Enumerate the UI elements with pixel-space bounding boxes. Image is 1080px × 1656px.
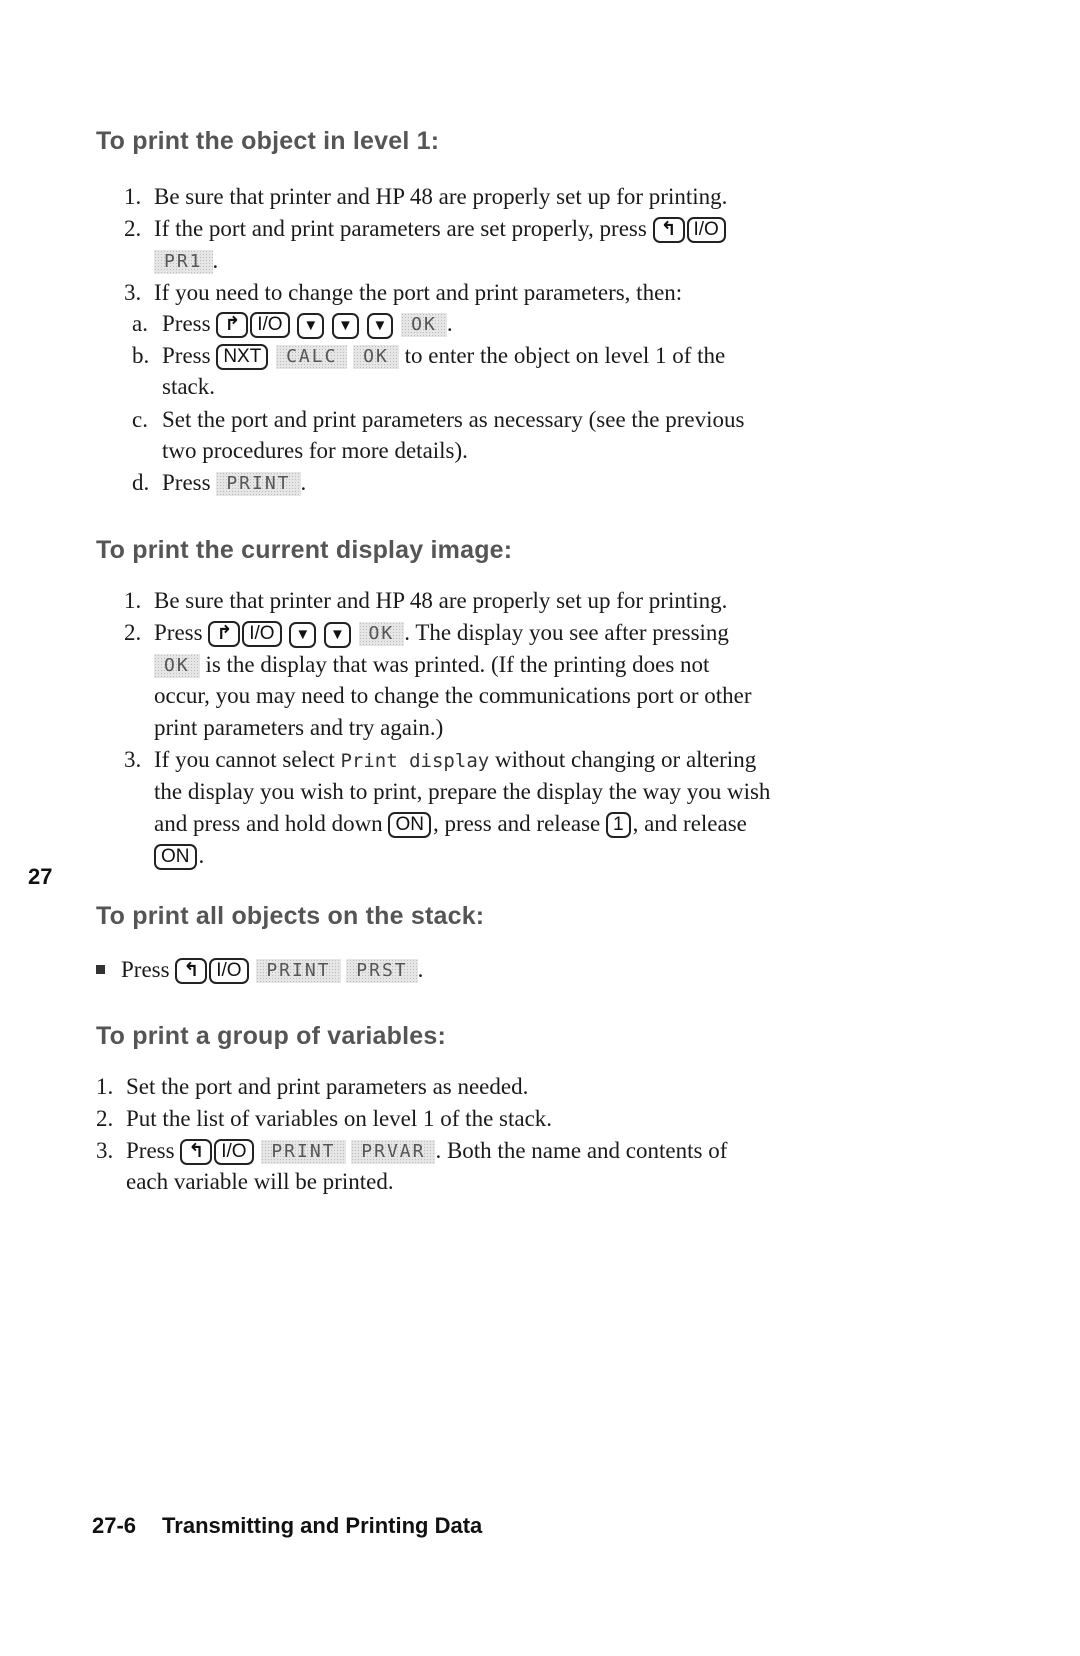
right-shift-key-icon: ↱	[216, 312, 249, 338]
io-key-icon: I/O	[250, 312, 290, 338]
section-heading-print-stack: To print all objects on the stack:	[96, 902, 485, 930]
down-arrow-key-icon: ▼	[297, 313, 325, 339]
step-2: 2. Put the list of variables on level 1 o…	[96, 1106, 553, 1131]
step-1: 1. Be sure that printer and HP 48 are pro…	[124, 184, 728, 209]
step-1: 1. Be sure that printer and HP 48 are pro…	[124, 588, 728, 613]
down-arrow-key-icon: ▼	[289, 622, 317, 648]
down-arrow-key-icon: ▼	[366, 313, 394, 339]
step-3a: a. Press ↱ I/O ▼ ▼ ▼ OK.	[132, 308, 453, 339]
page-number: 27-6	[92, 1513, 137, 1538]
step-3c: c. Set the port and print parameters as n…	[132, 407, 745, 432]
manual-page: To print the object in level 1: 1. Be sur…	[0, 0, 1080, 1656]
softkey-print: PRINT	[256, 959, 341, 983]
step-3-continuation: each variable will be printed.	[126, 1169, 394, 1194]
on-key-icon: ON	[388, 812, 431, 838]
chapter-tab-marker: 27	[28, 864, 53, 889]
softkey-ok: OK	[154, 654, 200, 678]
section-heading-print-variables: To print a group of variables:	[96, 1022, 447, 1050]
softkey-pr1: PR1	[154, 250, 213, 274]
down-arrow-key-icon: ▼	[323, 622, 351, 648]
step-3: 3. Press ↰ I/O PRINT PRVAR. Both the name …	[96, 1138, 728, 1165]
step-3: 3. If you need to change the port and pri…	[124, 280, 683, 305]
softkey-ok: OK	[353, 345, 399, 369]
step-3: 3. If you cannot select Print display wit…	[124, 747, 757, 772]
softkey-prvar: PRVAR	[351, 1140, 436, 1164]
io-key-icon: I/O	[242, 621, 282, 647]
softkey-print: PRINT	[261, 1140, 346, 1164]
step-3-line3: and press and hold down ON, press and re…	[154, 811, 747, 838]
softkey-calc: CALC	[276, 345, 348, 369]
down-arrow-key-icon: ▼	[331, 313, 359, 339]
io-key-icon: I/O	[209, 958, 249, 984]
left-shift-key-icon: ↰	[652, 217, 685, 243]
step-3b-continuation: stack.	[162, 374, 216, 399]
io-key-icon: I/O	[686, 217, 726, 243]
one-key-icon: 1	[606, 812, 631, 838]
bullet-icon	[96, 965, 105, 974]
step-3-line2: the display you wish to print, prepare t…	[154, 779, 771, 804]
section-heading-print-level1: To print the object in level 1:	[96, 127, 440, 155]
softkey-print: PRINT	[216, 472, 301, 496]
left-shift-key-icon: ↰	[180, 1139, 213, 1165]
step-3d: d. Press PRINT.	[132, 470, 307, 496]
left-shift-key-icon: ↰	[175, 958, 208, 984]
step-2-line3: occur, you may need to change the commun…	[154, 683, 752, 708]
nxt-key-icon: NXT	[216, 344, 269, 370]
step-2: 2. If the port and print parameters are s…	[124, 213, 728, 244]
on-key-icon: ON	[154, 844, 197, 870]
softkey-ok: OK	[401, 313, 447, 337]
chapter-title: Transmitting and Printing Data	[162, 1513, 483, 1538]
step-3-line4: ON.	[154, 840, 204, 871]
softkey-ok: OK	[358, 622, 405, 646]
step-2-line2: OK is the display that was printed. (If …	[154, 649, 709, 680]
io-key-icon: I/O	[214, 1139, 254, 1165]
step-3b: b. Press NXT CALC OK to enter the object …	[132, 343, 726, 370]
step-3c-continuation: two procedures for more details).	[162, 438, 468, 463]
step-2-line4: print parameters and try again.)	[154, 715, 444, 740]
bullet-step: Press ↰ I/O PRINT PRST.	[96, 954, 423, 985]
step-1: 1. Set the port and print parameters as n…	[96, 1074, 529, 1099]
page-footer: 27-6 Transmitting and Printing Data	[92, 1513, 482, 1539]
menu-label-print-display: Print display	[340, 750, 490, 772]
step-2: 2. Press ↱ I/O ▼ ▼ OK. The display you see…	[124, 617, 729, 648]
step-2-continuation: PR1.	[154, 245, 218, 276]
section-heading-print-display: To print the current display image:	[96, 536, 513, 564]
softkey-prst: PRST	[346, 959, 418, 983]
right-shift-key-icon: ↱	[208, 621, 241, 647]
